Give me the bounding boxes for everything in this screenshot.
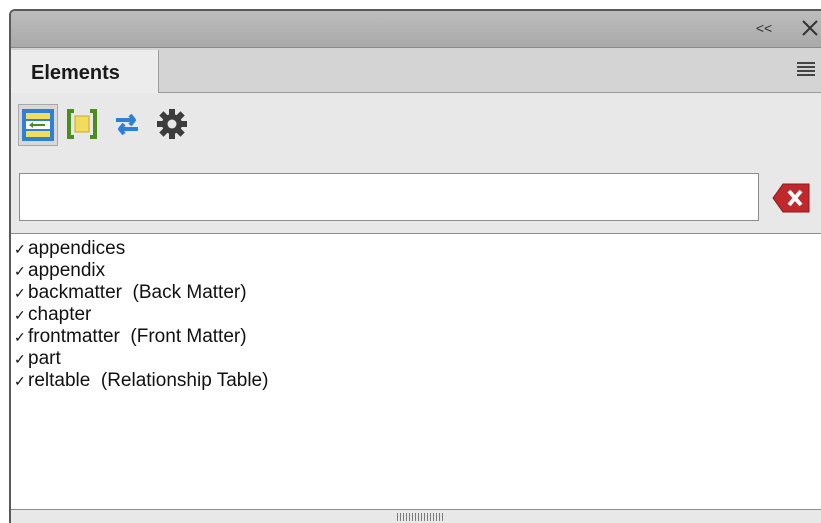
list-item-label: part xyxy=(28,348,61,369)
checkmark-icon: ✓ xyxy=(14,351,26,367)
tab-elements[interactable]: Elements xyxy=(11,50,159,93)
checkmark-icon: ✓ xyxy=(14,241,26,257)
hamburger-menu-icon xyxy=(797,62,815,76)
clear-x-icon xyxy=(772,183,810,213)
resize-grip-icon xyxy=(397,513,443,521)
checkmark-icon: ✓ xyxy=(14,307,26,323)
elements-panel: << Elements ✓ appendices ✓ appendix ✓ ba… xyxy=(9,9,821,523)
checkmark-icon: ✓ xyxy=(14,263,26,279)
list-item-label: reltable (Relationship Table) xyxy=(28,370,269,391)
list-item[interactable]: ✓ appendix xyxy=(14,260,821,282)
double-chevron-left-icon: << xyxy=(755,20,773,36)
swap-arrows-icon xyxy=(116,113,138,136)
checkmark-icon: ✓ xyxy=(14,373,26,389)
list-item-label: appendices xyxy=(28,238,126,259)
list-item-label: backmatter (Back Matter) xyxy=(28,282,247,303)
elements-list: ✓ appendices ✓ appendix ✓ backmatter (Back … xyxy=(11,234,821,392)
settings-button[interactable] xyxy=(153,104,193,146)
list-item[interactable]: ✓ frontmatter (Front Matter) xyxy=(14,326,821,348)
tab-row: Elements xyxy=(11,48,821,93)
close-icon xyxy=(802,20,818,36)
list-item[interactable]: ✓ backmatter (Back Matter) xyxy=(14,282,821,304)
resize-gripper[interactable] xyxy=(397,510,447,522)
collapse-panel-button[interactable]: << xyxy=(753,18,775,38)
checkmark-icon: ✓ xyxy=(14,285,26,301)
panel-titlebar: << xyxy=(11,11,821,48)
list-item-label: chapter xyxy=(28,304,92,325)
element-bracket-button[interactable] xyxy=(63,104,103,146)
settings-gear-icon xyxy=(157,109,187,139)
retag-button[interactable] xyxy=(18,104,58,146)
list-item-label: frontmatter (Front Matter) xyxy=(28,326,247,347)
elements-list-area: ✓ appendices ✓ appendix ✓ backmatter (Back … xyxy=(11,233,821,510)
element-bracket-icon xyxy=(67,109,97,139)
tab-elements-label: Elements xyxy=(31,62,120,84)
swap-arrows-button[interactable] xyxy=(108,104,148,146)
element-search-input[interactable] xyxy=(19,173,759,221)
list-item-label: appendix xyxy=(28,260,106,281)
clear-search-button[interactable] xyxy=(771,181,811,215)
retag-icon xyxy=(22,109,54,141)
list-item[interactable]: ✓ appendices xyxy=(14,238,821,260)
close-panel-button[interactable] xyxy=(799,17,821,39)
list-item[interactable]: ✓ chapter xyxy=(14,304,821,326)
panel-menu-button[interactable] xyxy=(797,62,815,76)
list-item[interactable]: ✓ part xyxy=(14,348,821,370)
checkmark-icon: ✓ xyxy=(14,329,26,345)
list-item[interactable]: ✓ reltable (Relationship Table) xyxy=(14,370,821,392)
